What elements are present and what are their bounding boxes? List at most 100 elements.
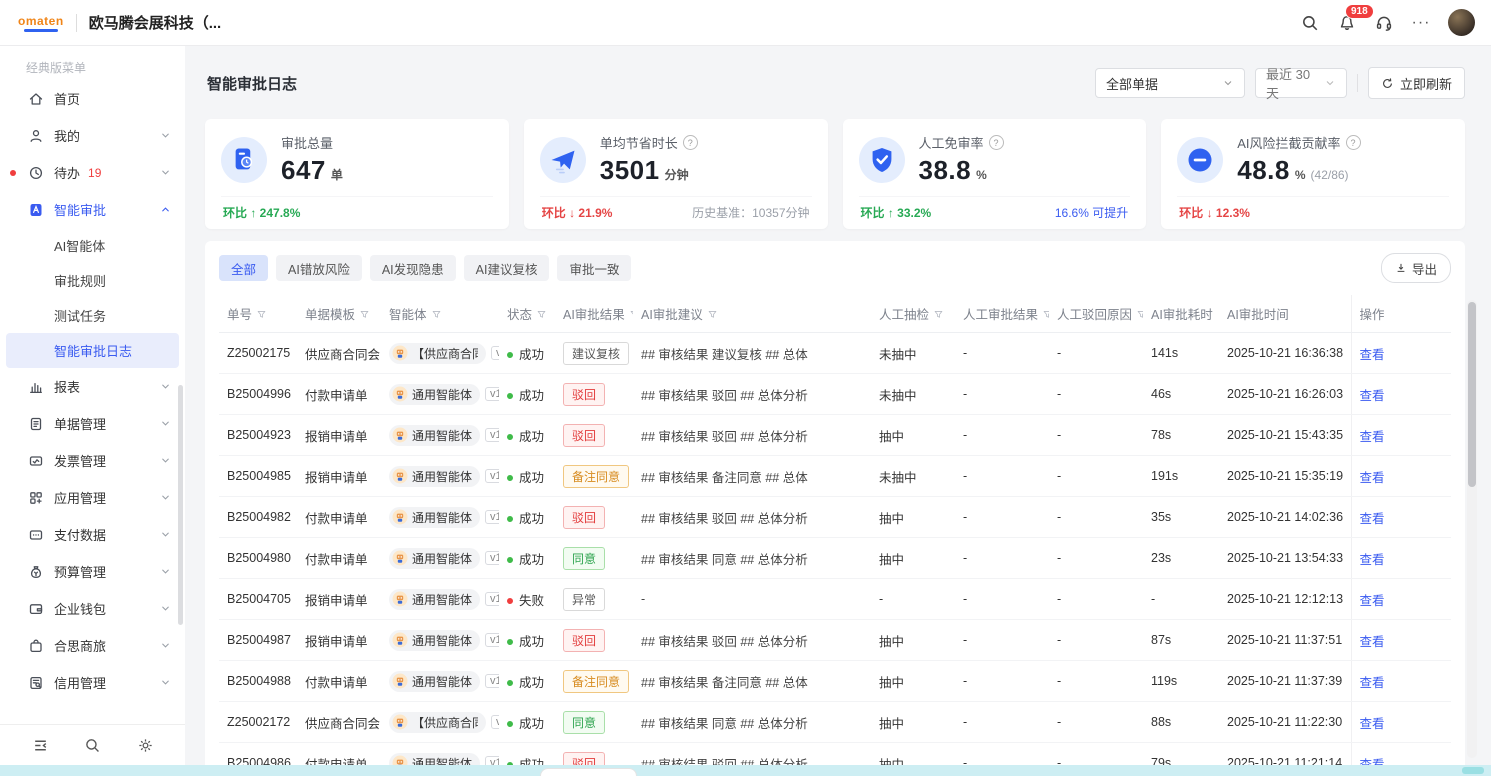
sidebar-scrollbar-thumb[interactable] — [178, 385, 183, 625]
agent-version-tag: v17 — [485, 551, 499, 565]
sidebar-item-label: 报表 — [54, 377, 80, 396]
more-options-icon[interactable]: ··· — [1411, 13, 1431, 33]
sidebar-item-travel[interactable]: 合思商旅 — [0, 627, 185, 664]
sampling-cell: 抽中 — [871, 661, 955, 702]
view-link[interactable]: 查看 — [1360, 348, 1385, 362]
sidebar-item-credit-mgmt[interactable]: 信用管理 — [0, 664, 185, 701]
filter-tab-1[interactable]: AI错放风险 — [276, 255, 362, 281]
stat-label: AI风险拦截贡献率 — [1237, 133, 1340, 152]
action-cell: 查看 — [1351, 415, 1451, 456]
filter-funnel-icon[interactable] — [933, 308, 944, 322]
sidebar-item-approval-rules[interactable]: 审批规则 — [6, 263, 179, 298]
help-icon[interactable] — [683, 135, 698, 150]
sampling-cell: - — [871, 579, 955, 620]
sidebar-item-mine[interactable]: 我的 — [0, 117, 185, 154]
sidebar-item-doc-mgmt[interactable]: 单据管理 — [0, 405, 185, 442]
user-avatar[interactable] — [1448, 9, 1475, 36]
order-no-cell: Z25002175 — [219, 333, 297, 374]
manual-result-cell: - — [955, 333, 1049, 374]
sidebar-item-todo[interactable]: 待办19 — [0, 154, 185, 191]
filter-tab-all[interactable]: 全部 — [219, 255, 268, 281]
help-icon[interactable] — [989, 135, 1004, 150]
view-link[interactable]: 查看 — [1360, 471, 1385, 485]
sidebar-item-test-tasks[interactable]: 测试任务 — [6, 298, 179, 333]
chevron-down-icon — [160, 529, 171, 540]
filter-funnel-icon[interactable] — [1042, 308, 1049, 322]
view-link[interactable]: 查看 — [1360, 553, 1385, 567]
settings-gear-icon[interactable] — [135, 736, 155, 756]
sidebar-item-wallet[interactable]: 企业钱包 — [0, 590, 185, 627]
sidebar-item-budget-mgmt[interactable]: 预算管理 — [0, 553, 185, 590]
sidebar-item-app-mgmt[interactable]: 应用管理 — [0, 479, 185, 516]
sidebar-item-approval-logs[interactable]: 智能审批日志 — [6, 333, 179, 368]
sidebar-item-ai-agent[interactable]: AI智能体 — [6, 228, 179, 263]
filter-tab-2[interactable]: AI发现隐患 — [370, 255, 456, 281]
agent-cell: 通用智能体v17 — [381, 620, 499, 661]
filter-funnel-icon[interactable] — [256, 308, 267, 322]
ai-suggestion-cell: ## 审核结果 同意 ## 总体分析 — [633, 702, 871, 743]
status-text: 成功 — [519, 676, 544, 690]
support-headset-icon[interactable] — [1374, 13, 1394, 33]
sidebar-item-smart-approval[interactable]: 智能审批 — [0, 191, 185, 228]
sidebar-item-payment-data[interactable]: 支付数据 — [0, 516, 185, 553]
status-text: 失败 — [519, 594, 544, 608]
help-icon[interactable] — [1346, 135, 1361, 150]
sidebar-item-report[interactable]: 报表 — [0, 368, 185, 405]
topbar-actions: 918 ··· — [1300, 0, 1475, 45]
view-link[interactable]: 查看 — [1360, 430, 1385, 444]
filter-funnel-icon[interactable] — [1136, 308, 1143, 322]
time-cell: 2025-10-21 11:22:30 — [1219, 702, 1351, 743]
view-link[interactable]: 查看 — [1360, 717, 1385, 731]
date-range-select[interactable]: 最近 30 天 — [1255, 68, 1347, 98]
vertical-scrollbar-thumb[interactable] — [1468, 302, 1476, 487]
approval-log-table: 单号单据模板智能体状态AI审批结果AI审批建议人工抽检人工审批结果人工驳回原因A… — [219, 295, 1451, 776]
view-link[interactable]: 查看 — [1360, 676, 1385, 690]
agent-version-tag: v12 — [491, 346, 499, 360]
sidebar-item-invoice-mgmt[interactable]: 发票管理 — [0, 442, 185, 479]
view-link[interactable]: 查看 — [1360, 594, 1385, 608]
chevron-down-icon — [160, 566, 171, 577]
agent-version-tag: v17 — [485, 387, 499, 401]
agent-avatar-icon — [392, 673, 408, 689]
view-link[interactable]: 查看 — [1360, 389, 1385, 403]
view-link[interactable]: 查看 — [1360, 635, 1385, 649]
filter-funnel-icon[interactable] — [536, 308, 547, 322]
order-no-cell: B25004923 — [219, 415, 297, 456]
filter-tab-3[interactable]: AI建议复核 — [464, 255, 550, 281]
bottom-strip-mini — [1462, 767, 1484, 774]
duration-cell: 23s — [1143, 538, 1219, 579]
status-cell: 成功 — [499, 702, 555, 743]
search-icon[interactable] — [1300, 13, 1320, 33]
filter-funnel-icon[interactable] — [431, 308, 442, 322]
agent-version-tag: v12 — [491, 715, 499, 729]
notifications-bell-icon[interactable]: 918 — [1337, 13, 1357, 33]
template-cell: 报销申请单 — [297, 620, 381, 661]
sidebar-item-label: 信用管理 — [54, 673, 106, 692]
filter-funnel-icon[interactable] — [359, 308, 370, 322]
stat-value: 38.8 — [919, 155, 972, 186]
filter-tab-4[interactable]: 审批一致 — [557, 255, 631, 281]
collapse-menu-icon[interactable] — [30, 736, 50, 756]
time-cell: 2025-10-21 11:37:39 — [1219, 661, 1351, 702]
ai-result-badge: 驳回 — [563, 424, 605, 447]
sidebar-item-home[interactable]: 首页 — [0, 80, 185, 117]
status-dot — [507, 393, 513, 399]
vertical-scrollbar-track[interactable] — [1467, 300, 1477, 758]
view-link[interactable]: 查看 — [1360, 512, 1385, 526]
refresh-button[interactable]: 立即刷新 — [1368, 67, 1465, 99]
filter-funnel-icon[interactable] — [629, 308, 633, 322]
chevron-down-icon — [160, 492, 171, 503]
user-icon — [28, 128, 44, 144]
agent-chip: 通用智能体 — [389, 466, 480, 487]
sidebar-search-icon[interactable] — [83, 736, 103, 756]
document-type-select[interactable]: 全部单据 — [1095, 68, 1245, 98]
brand-logo[interactable]: omaten — [18, 14, 64, 32]
column-label: AI审批时间 — [1227, 308, 1289, 322]
action-cell: 查看 — [1351, 497, 1451, 538]
stat-unit: 分钟 — [665, 166, 689, 183]
manual-result-cell: - — [955, 415, 1049, 456]
filter-funnel-icon[interactable] — [707, 308, 718, 322]
export-button[interactable]: 导出 — [1381, 253, 1451, 283]
chevron-down-icon — [160, 455, 171, 466]
brand-underline — [24, 29, 58, 32]
